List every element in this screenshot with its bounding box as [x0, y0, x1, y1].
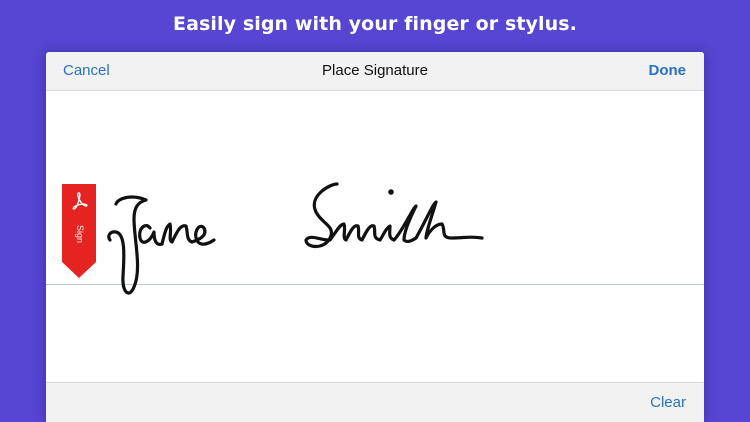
- signature-stroke: [414, 200, 484, 240]
- signature-stroke: [138, 224, 164, 246]
- signature-sheet: Cancel Place Signature Done Sign Clear: [46, 52, 704, 422]
- signature-stroke: [160, 222, 194, 246]
- clear-button[interactable]: Clear: [650, 383, 686, 422]
- nav-bar: Cancel Place Signature Done: [46, 52, 704, 91]
- signature-stroke: [378, 224, 396, 242]
- signature-stroke: [328, 222, 382, 242]
- signature-dot: [388, 189, 394, 195]
- sign-tag: Sign: [62, 184, 96, 280]
- sign-tag-label: Sign: [75, 224, 85, 243]
- signature-canvas[interactable]: Sign: [46, 91, 704, 381]
- page-title: Place Signature: [322, 62, 428, 79]
- signature-stroke: [107, 195, 148, 295]
- signature-stroke: [190, 224, 216, 246]
- bottom-toolbar: Clear: [46, 382, 704, 422]
- signature-stroke: [392, 204, 418, 243]
- cancel-button[interactable]: Cancel: [63, 52, 110, 90]
- done-button[interactable]: Done: [649, 52, 687, 90]
- promo-headline: Easily sign with your finger or stylus.: [173, 13, 577, 35]
